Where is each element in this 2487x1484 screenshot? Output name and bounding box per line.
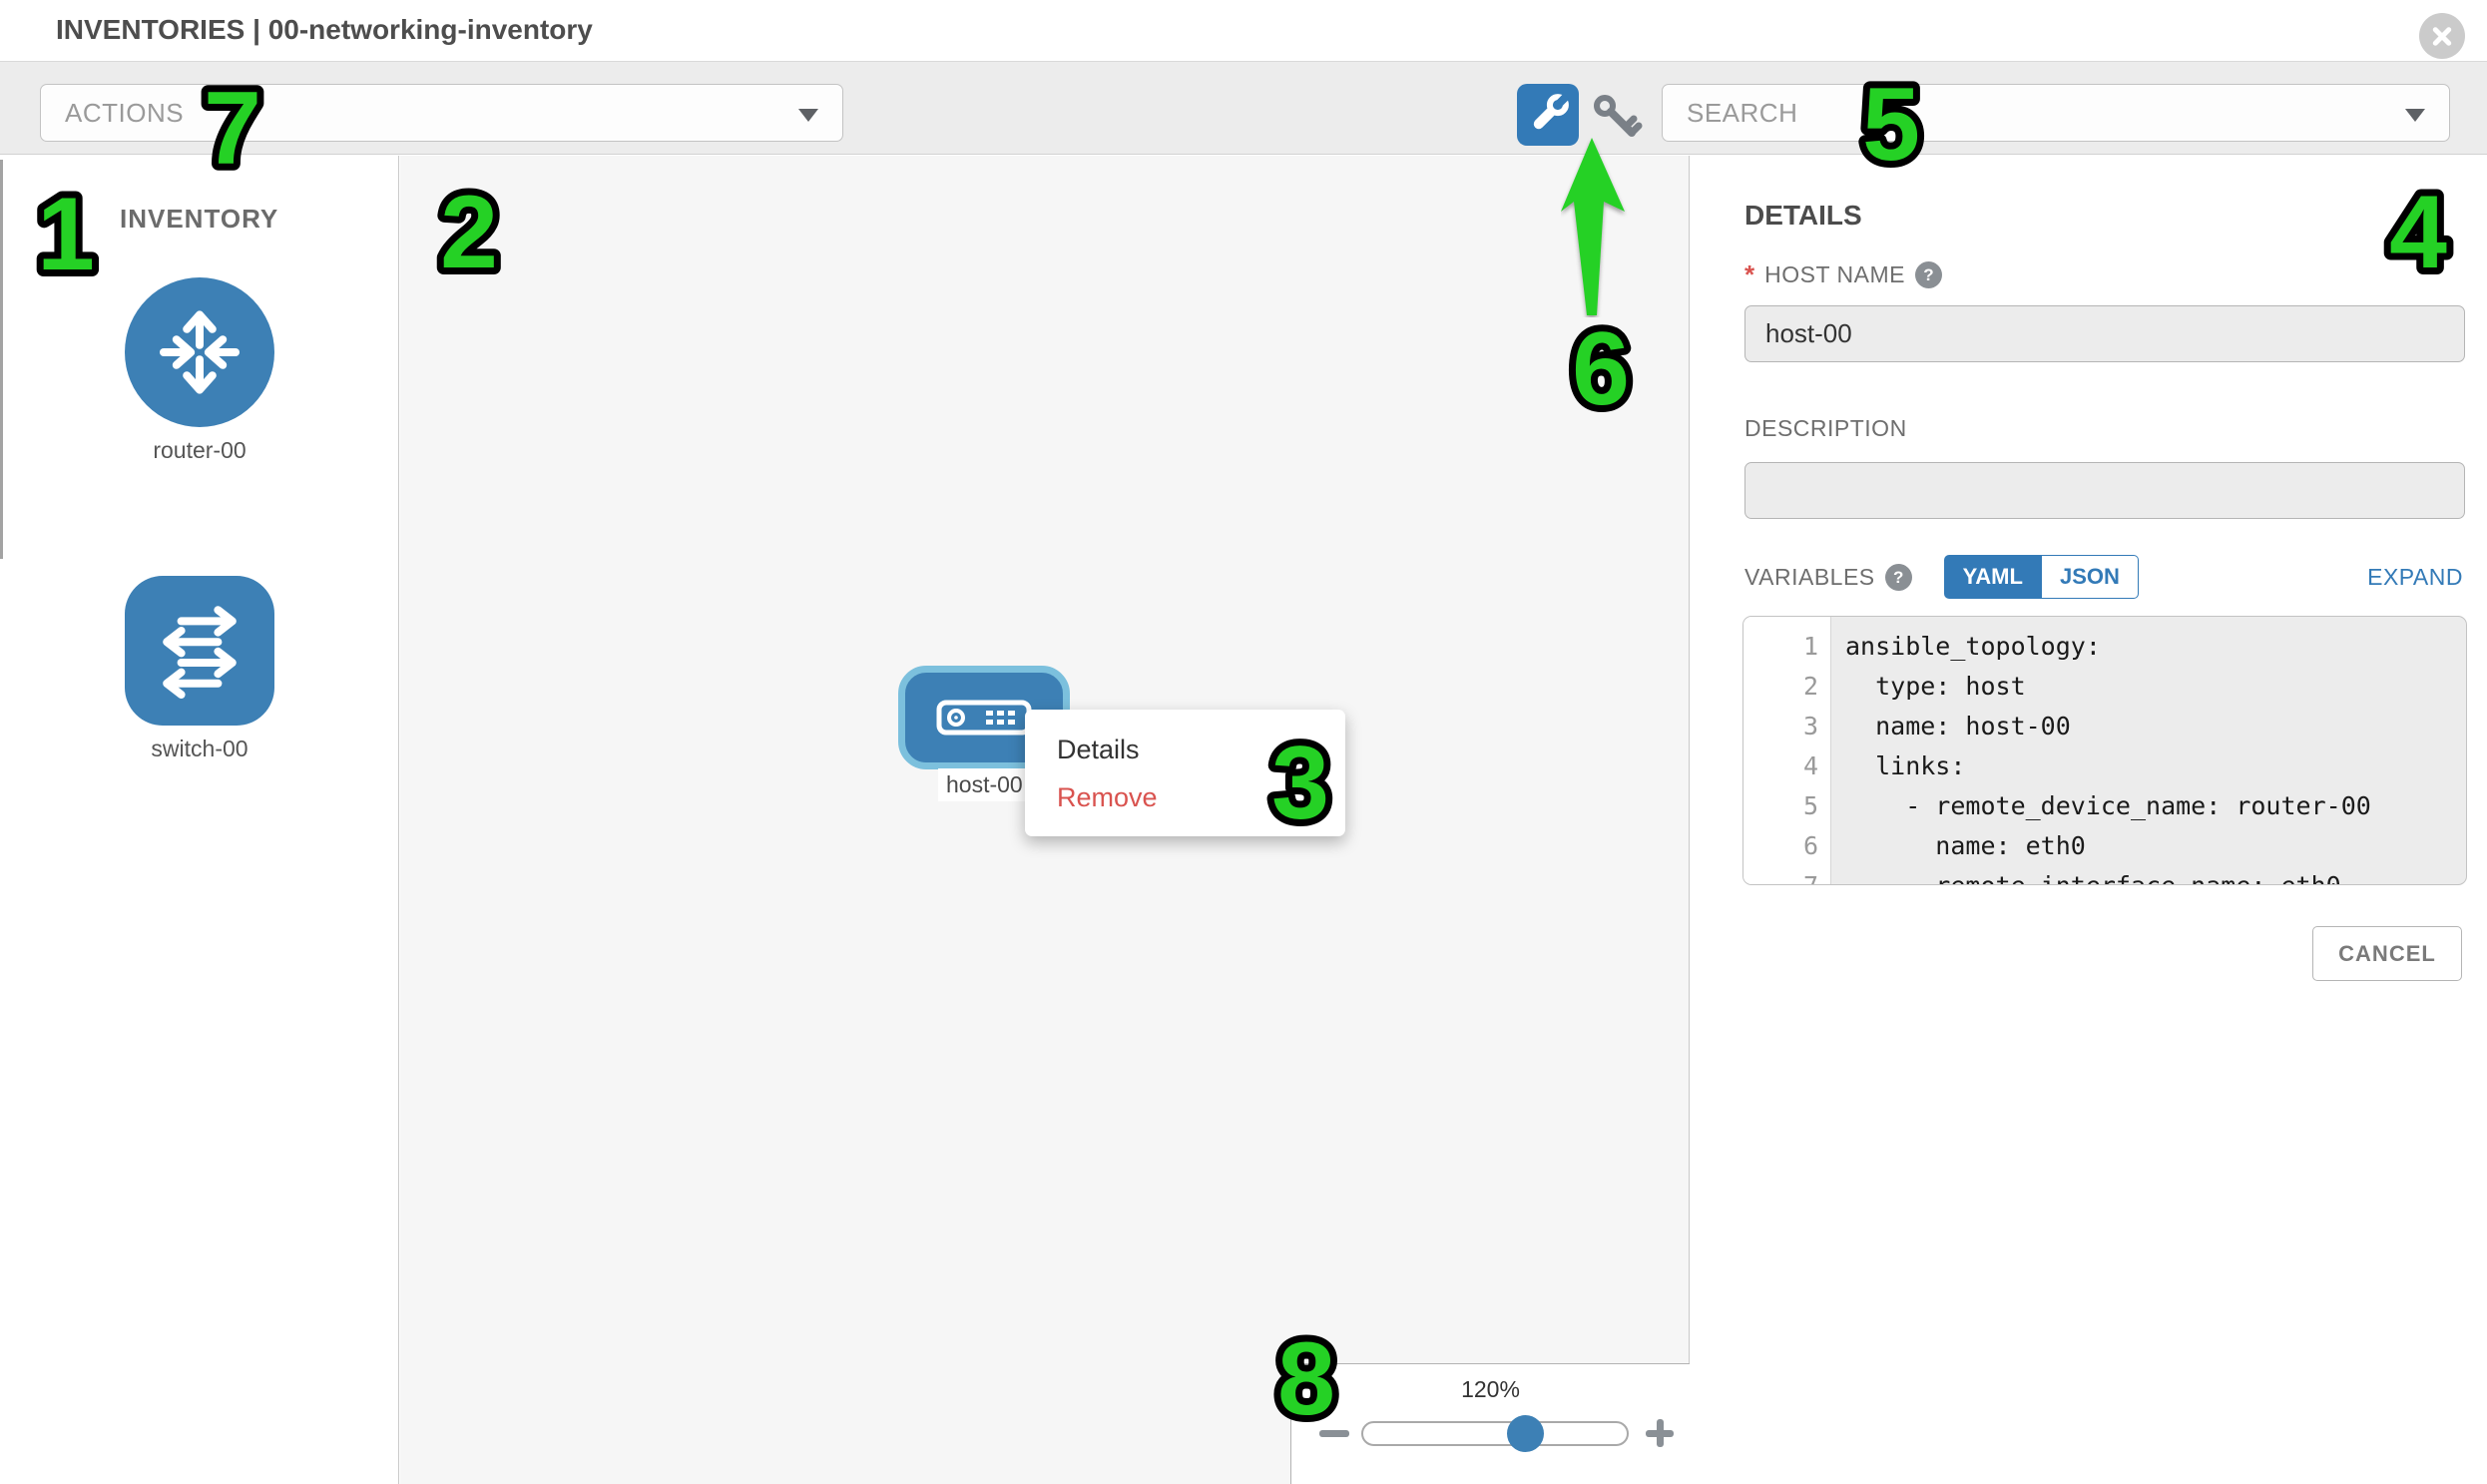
palette-item-label: router-00 bbox=[125, 437, 274, 464]
sidebar-scrollbar[interactable] bbox=[0, 160, 3, 559]
close-icon[interactable] bbox=[2419, 13, 2465, 59]
help-icon[interactable]: ? bbox=[1885, 564, 1912, 591]
code-line: - remote_device_name: router-00 bbox=[1845, 786, 2466, 826]
line-number: 6 bbox=[1743, 826, 1830, 866]
code-line: name: host-00 bbox=[1845, 707, 2466, 746]
code-line: name: eth0 bbox=[1845, 826, 2466, 866]
palette-item-router[interactable]: router-00 bbox=[125, 277, 274, 464]
zoom-slider-track[interactable] bbox=[1361, 1421, 1629, 1446]
host-node-label: host-00 bbox=[938, 768, 1031, 801]
page-header: INVENTORIES | 00-networking-inventory bbox=[0, 0, 2487, 62]
variables-format-toggle: YAML JSON bbox=[1944, 555, 2139, 599]
configure-button[interactable] bbox=[1517, 84, 1579, 146]
zoom-in-button[interactable] bbox=[1646, 1419, 1674, 1447]
details-panel: DETAILS * HOST NAME ? DESCRIPTION VARIAB… bbox=[1691, 156, 2487, 1484]
palette-item-switch[interactable]: switch-00 bbox=[125, 576, 274, 762]
help-icon[interactable]: ? bbox=[1915, 261, 1942, 288]
description-input[interactable] bbox=[1744, 462, 2465, 519]
editor-line-numbers: 1 2 3 4 5 6 7 bbox=[1743, 617, 1831, 884]
inventory-sidebar: INVENTORY router-00 bbox=[0, 156, 399, 1484]
inventory-topology-page: INVENTORIES | 00-networking-inventory AC… bbox=[0, 0, 2487, 1484]
sidebar-title: INVENTORY bbox=[120, 204, 278, 235]
variables-row: VARIABLES ? YAML JSON EXPAND bbox=[1744, 555, 2463, 599]
key-button[interactable] bbox=[1589, 90, 1643, 144]
json-toggle-button[interactable]: JSON bbox=[2042, 555, 2139, 599]
search-dropdown[interactable]: SEARCH bbox=[1662, 84, 2450, 142]
line-number: 1 bbox=[1743, 627, 1830, 667]
zoom-level-label: 120% bbox=[1291, 1376, 1690, 1403]
yaml-toggle-button[interactable]: YAML bbox=[1944, 555, 2042, 599]
code-line: type: host bbox=[1845, 667, 2466, 707]
code-line: remote_interface_name: eth0 bbox=[1845, 866, 2466, 885]
description-label: DESCRIPTION bbox=[1744, 415, 1907, 442]
router-icon bbox=[125, 277, 274, 427]
switch-icon bbox=[125, 576, 274, 726]
search-dropdown-label: SEARCH bbox=[1687, 98, 1797, 129]
variables-label: VARIABLES bbox=[1744, 564, 1875, 591]
wrench-icon bbox=[1521, 88, 1575, 142]
code-line: ansible_topology: bbox=[1845, 627, 2466, 667]
host-name-label: HOST NAME bbox=[1764, 261, 1905, 288]
chevron-down-icon bbox=[798, 109, 818, 122]
line-number: 2 bbox=[1743, 667, 1830, 707]
host-name-label-row: * HOST NAME ? bbox=[1744, 259, 1942, 290]
cancel-button[interactable]: CANCEL bbox=[2312, 926, 2462, 981]
node-context-menu: Details Remove bbox=[1025, 710, 1345, 836]
line-number: 4 bbox=[1743, 746, 1830, 786]
palette-item-label: switch-00 bbox=[125, 736, 274, 762]
details-panel-title: DETAILS bbox=[1744, 200, 1862, 232]
zoom-slider-handle[interactable] bbox=[1507, 1415, 1544, 1452]
variables-code-editor[interactable]: 1 2 3 4 5 6 7 ansible_topology: type: ho… bbox=[1742, 616, 2467, 885]
line-number: 5 bbox=[1743, 786, 1830, 826]
line-number: 3 bbox=[1743, 707, 1830, 746]
host-name-input[interactable] bbox=[1744, 305, 2465, 362]
key-icon bbox=[1589, 90, 1643, 144]
chevron-down-icon bbox=[2405, 109, 2425, 122]
actions-dropdown-label: ACTIONS bbox=[65, 98, 184, 129]
line-number: 7 bbox=[1743, 866, 1830, 885]
code-line: links: bbox=[1845, 746, 2466, 786]
topology-canvas[interactable]: host-00 Details Remove 120% bbox=[400, 156, 1690, 1484]
required-marker: * bbox=[1744, 259, 1754, 290]
context-menu-details[interactable]: Details bbox=[1057, 726, 1345, 773]
description-label-row: DESCRIPTION bbox=[1744, 415, 1907, 442]
zoom-widget: 120% bbox=[1290, 1363, 1690, 1484]
editor-code-area[interactable]: ansible_topology: type: host name: host-… bbox=[1831, 617, 2466, 884]
zoom-out-button[interactable] bbox=[1319, 1430, 1349, 1437]
host-icon bbox=[936, 696, 1032, 740]
context-menu-remove[interactable]: Remove bbox=[1057, 773, 1345, 821]
actions-dropdown[interactable]: ACTIONS bbox=[40, 84, 843, 142]
page-title: INVENTORIES | 00-networking-inventory bbox=[56, 14, 593, 46]
toolbar: ACTIONS SEARCH bbox=[0, 62, 2487, 155]
expand-link[interactable]: EXPAND bbox=[2367, 564, 2463, 591]
